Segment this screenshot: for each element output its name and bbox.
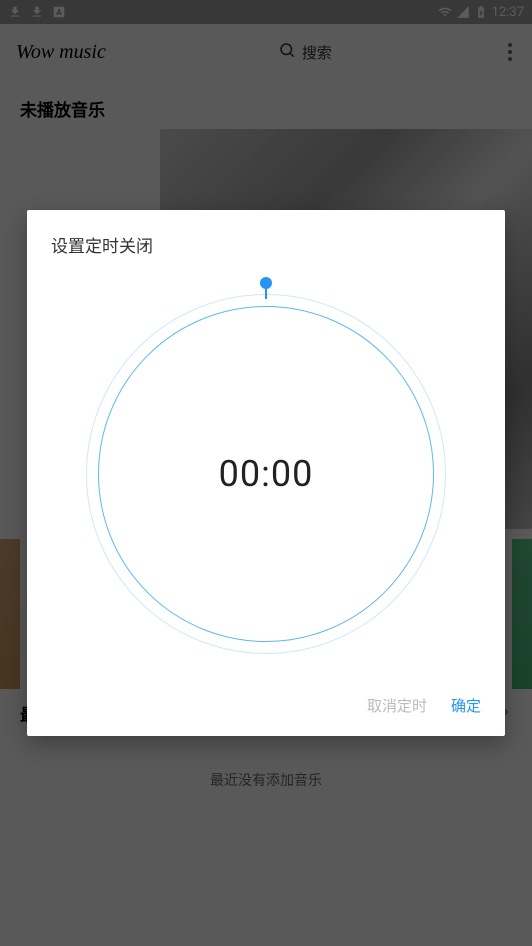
modal-overlay[interactable]: 设置定时关闭 00:00 取消定时 确定 xyxy=(0,0,532,946)
dialog-title: 设置定时关闭 xyxy=(27,210,505,265)
timer-dial[interactable]: 00:00 xyxy=(27,265,505,683)
timer-handle[interactable] xyxy=(260,277,272,289)
confirm-button[interactable]: 确定 xyxy=(451,695,481,716)
sleep-timer-dialog: 设置定时关闭 00:00 取消定时 确定 xyxy=(27,210,505,736)
timer-inner-ring xyxy=(98,306,434,642)
cancel-timer-button[interactable]: 取消定时 xyxy=(367,695,427,716)
